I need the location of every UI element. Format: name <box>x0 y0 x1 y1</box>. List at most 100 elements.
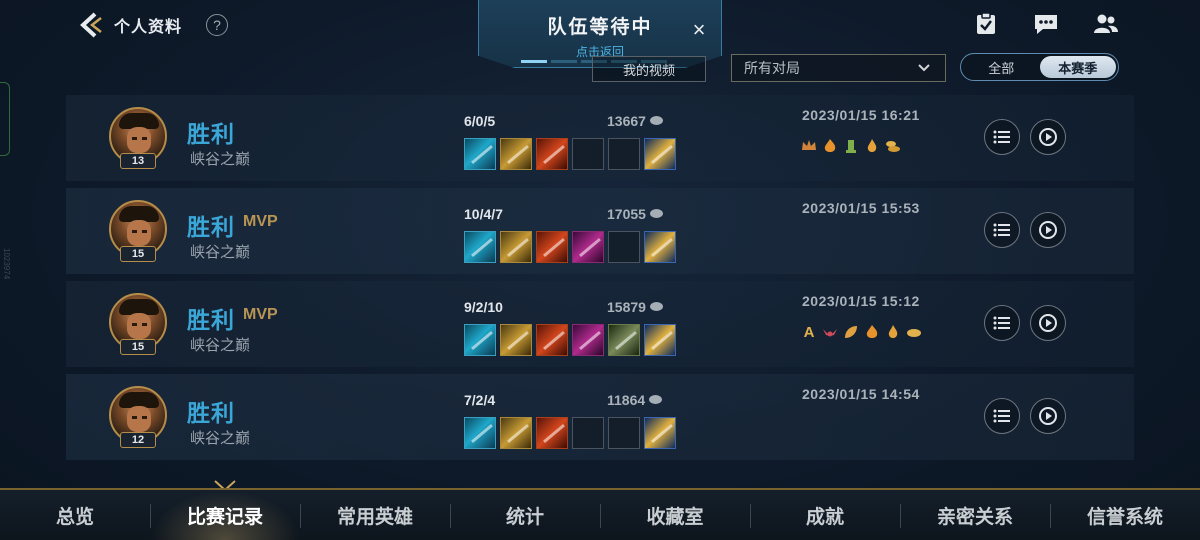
page-title: 个人资料 <box>114 19 183 36</box>
match-replay-button[interactable] <box>1030 119 1066 155</box>
season-option-all[interactable]: 全部 <box>963 56 1040 78</box>
item-slot <box>572 324 604 356</box>
item-slots <box>464 417 676 449</box>
match-kda: 7/2/4 <box>464 392 496 408</box>
match-result: 胜利 <box>187 121 235 147</box>
match-detail-button[interactable] <box>984 398 1020 434</box>
gold-value: 13667 <box>607 113 646 129</box>
match-mode: 峡谷之巅 <box>190 337 251 354</box>
match-row[interactable]: 12 胜利 峡谷之巅 7/2/4 11864 2023/01/15 14:54 <box>66 374 1134 460</box>
match-detail-button[interactable] <box>984 212 1020 248</box>
mvp-label: MVP <box>243 213 278 230</box>
match-mode: 峡谷之巅 <box>190 151 251 168</box>
match-detail-button[interactable] <box>984 119 1020 155</box>
side-drawer-tab[interactable] <box>0 82 10 156</box>
item-slot <box>644 138 676 170</box>
nav-common-heroes[interactable]: 常用英雄 <box>300 490 450 540</box>
nav-stats[interactable]: 统计 <box>450 490 600 540</box>
season-toggle[interactable]: 全部 本赛季 <box>960 53 1119 81</box>
coin-badge-icon <box>905 323 923 341</box>
badge-list <box>800 137 902 155</box>
side-version-text: 1023974 <box>2 248 11 280</box>
replay-icon <box>1039 314 1057 332</box>
leaf-badge-icon <box>842 323 860 341</box>
nav-collection[interactable]: 收藏室 <box>600 490 750 540</box>
match-type-select[interactable]: 所有对局 <box>731 54 946 82</box>
match-kda: 6/0/5 <box>464 113 496 129</box>
match-date: 2023/01/15 14:54 <box>802 386 920 402</box>
gold-value: 11864 <box>607 392 646 408</box>
chevron-down-icon <box>918 64 930 72</box>
item-slot <box>536 231 568 263</box>
match-type-value: 所有对局 <box>744 60 800 76</box>
item-slot <box>500 417 532 449</box>
banner-close-button[interactable]: × <box>689 19 709 41</box>
match-replay-button[interactable] <box>1030 398 1066 434</box>
match-mode: 峡谷之巅 <box>190 244 251 261</box>
task-icon[interactable] <box>972 10 1000 38</box>
item-slot-empty <box>608 231 640 263</box>
back-chevron-icon <box>80 12 102 38</box>
item-slot <box>464 417 496 449</box>
item-slot <box>500 324 532 356</box>
nav-credit-system[interactable]: 信誉系统 <box>1050 490 1200 540</box>
nav-achievements[interactable]: 成就 <box>750 490 900 540</box>
my-videos-button[interactable]: 我的视频 <box>592 56 706 82</box>
list-icon <box>993 316 1010 330</box>
header: 个人资料 ? <box>78 10 229 40</box>
item-slot-empty <box>608 138 640 170</box>
match-detail-button[interactable] <box>984 305 1020 341</box>
gold-value: 17055 <box>607 206 646 222</box>
gold-value: 15879 <box>607 299 646 315</box>
fire-badge-icon <box>821 137 839 155</box>
nav-overview[interactable]: 总览 <box>0 490 150 540</box>
tower-badge-icon <box>842 137 860 155</box>
match-replay-button[interactable] <box>1030 212 1066 248</box>
hero-level: 12 <box>120 432 156 448</box>
item-slot <box>536 138 568 170</box>
replay-icon <box>1039 407 1057 425</box>
back-button[interactable] <box>78 11 104 39</box>
nav-relationships[interactable]: 亲密关系 <box>900 490 1050 540</box>
letter-a-badge-icon: A <box>803 323 815 341</box>
match-list: 13 胜利 峡谷之巅 6/0/5 13667 2023/01/15 16:21 <box>66 95 1134 467</box>
item-slot <box>464 231 496 263</box>
match-date: 2023/01/15 16:21 <box>802 107 920 123</box>
banner-title: 队伍等待中 <box>547 17 653 38</box>
item-slot <box>536 324 568 356</box>
match-gold: 17055 <box>607 206 663 222</box>
season-option-current[interactable]: 本赛季 <box>1039 56 1116 78</box>
match-replay-button[interactable] <box>1030 305 1066 341</box>
replay-icon <box>1039 128 1057 146</box>
match-row[interactable]: 15 胜利 MVP 峡谷之巅 10/4/7 17055 2023/01/15 1… <box>66 188 1134 274</box>
mvp-label: MVP <box>243 306 278 323</box>
friends-icon[interactable] <box>1092 10 1120 38</box>
item-slot-empty <box>572 417 604 449</box>
list-icon <box>993 223 1010 237</box>
match-date: 2023/01/15 15:12 <box>802 293 920 309</box>
item-slots <box>464 324 676 356</box>
match-kda: 10/4/7 <box>464 206 503 222</box>
gold-icon <box>649 302 663 311</box>
list-icon <box>993 409 1010 423</box>
coins-badge-icon <box>884 137 902 155</box>
item-slot <box>464 324 496 356</box>
match-gold: 15879 <box>607 299 663 315</box>
match-gold: 13667 <box>607 113 663 129</box>
fire-badge-icon <box>863 323 881 341</box>
chat-icon[interactable] <box>1032 10 1060 38</box>
top-icon-bar <box>972 10 1120 38</box>
match-result: 胜利 <box>187 400 235 426</box>
match-row[interactable]: 13 胜利 峡谷之巅 6/0/5 13667 2023/01/15 16:21 <box>66 95 1134 181</box>
match-result: 胜利 <box>187 307 235 333</box>
help-button[interactable]: ? <box>206 14 229 36</box>
gold-icon <box>649 395 663 404</box>
nav-match-history[interactable]: 比赛记录 <box>150 490 300 540</box>
match-row[interactable]: 15 胜利 MVP 峡谷之巅 9/2/10 15879 2023/01/15 1… <box>66 281 1134 367</box>
item-slots <box>464 138 676 170</box>
match-gold: 11864 <box>607 392 663 408</box>
item-slot <box>464 138 496 170</box>
item-slot <box>572 231 604 263</box>
gold-icon <box>649 116 663 125</box>
match-result: 胜利 <box>187 214 235 240</box>
